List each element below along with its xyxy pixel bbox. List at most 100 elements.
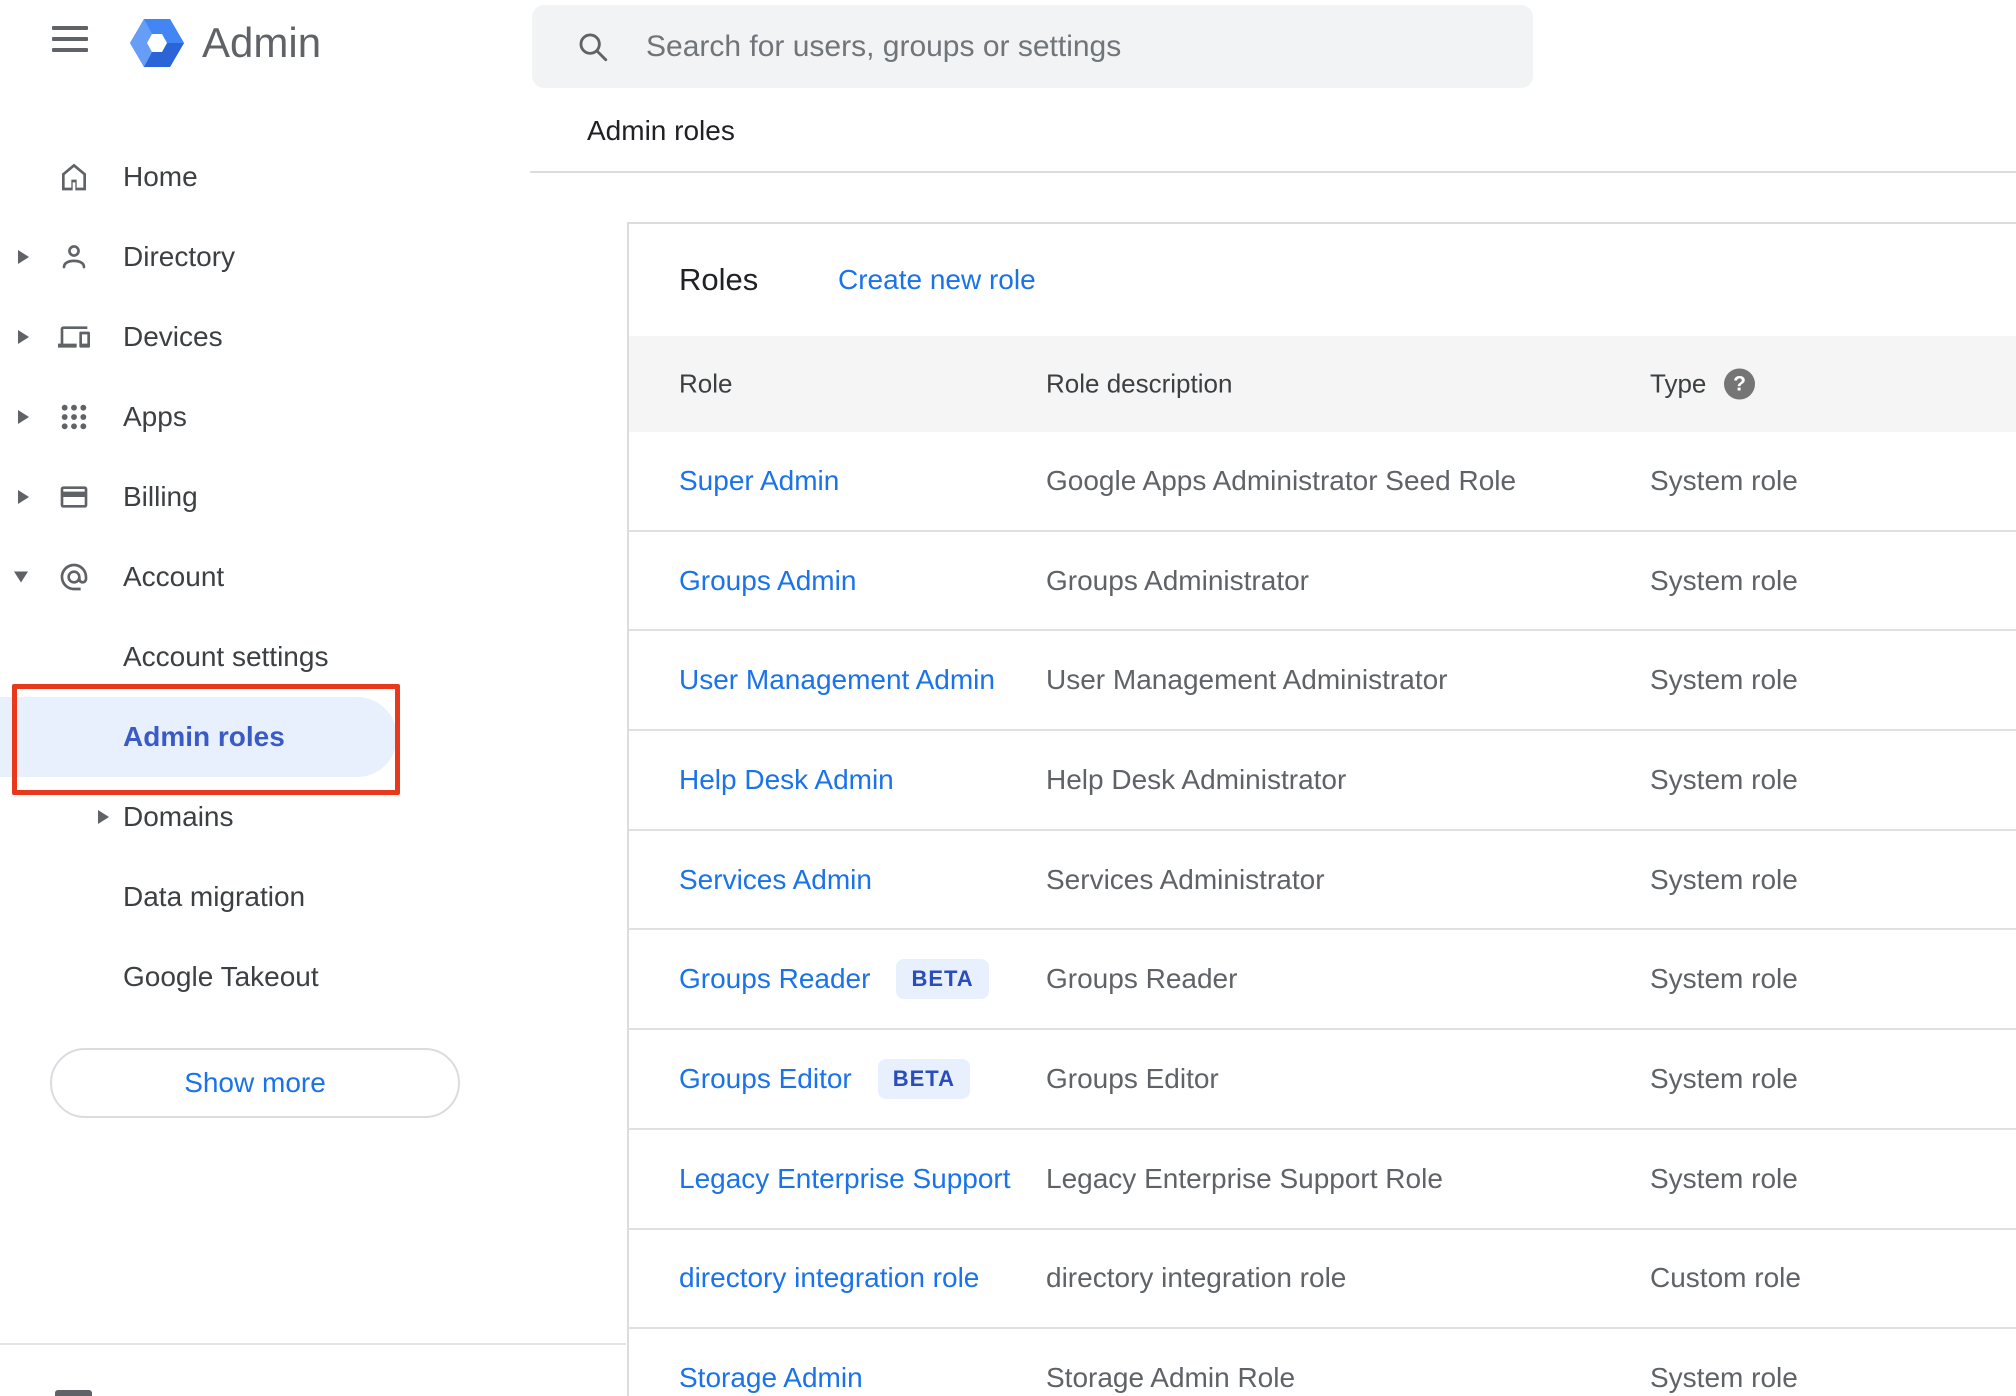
show-more-button[interactable]: Show more	[50, 1048, 460, 1118]
hamburger-icon[interactable]	[52, 26, 88, 56]
table-row: Legacy Enterprise Support Legacy Enterpri…	[629, 1130, 2016, 1230]
sidebar-item-label: Account settings	[123, 641, 329, 672]
role-description-cell: Legacy Enterprise Support Role	[1046, 1162, 1443, 1194]
table-row: Groups Reader BETA Groups Reader System rol…	[629, 930, 2016, 1031]
table-row: Services Admin Services Administrator Syst…	[629, 831, 2016, 931]
type-help-icon[interactable]: ?	[1724, 368, 1755, 400]
table-body: Super Admin Google Apps Administrator See…	[629, 432, 2016, 1396]
sidebar-item-label: Google Takeout	[123, 961, 319, 992]
table-row: directory integration role directory inte…	[629, 1230, 2016, 1330]
admin-hexagon-icon	[130, 19, 184, 67]
clipped-sidebar-icon	[55, 1390, 92, 1396]
sidebar-item-apps[interactable]: Apps	[0, 377, 413, 457]
role-name-link[interactable]: User Management Admin	[679, 664, 995, 696]
at-sign-icon	[58, 561, 90, 593]
roles-panel: Roles Create new role Role Role descript…	[627, 222, 2016, 1396]
show-more-label: Show more	[184, 1067, 326, 1098]
beta-badge: BETA	[877, 1058, 971, 1099]
table-header-row: Role Role description Type ?	[629, 336, 2016, 432]
sidebar-item-label: Directory	[123, 241, 236, 272]
role-description-cell: Groups Reader	[1046, 963, 1238, 995]
search-input[interactable]: Search for users, groups or settings	[532, 5, 1533, 88]
person-icon	[58, 241, 90, 273]
devices-icon	[58, 321, 90, 353]
role-name-link[interactable]: Services Admin	[679, 864, 872, 896]
role-cell: Groups Reader BETA	[679, 959, 989, 1000]
panel-title: Roles	[679, 262, 759, 297]
apps-grid-icon	[58, 401, 90, 433]
sidebar-item-label: Devices	[123, 321, 223, 352]
column-header-type: Type	[1650, 368, 1707, 399]
chevron-right-icon[interactable]	[18, 250, 29, 264]
sidebar-item-admin-roles[interactable]: Admin roles	[0, 684, 413, 795]
role-description-cell: Groups Editor	[1046, 1062, 1219, 1094]
role-cell: Groups Editor BETA	[679, 1058, 971, 1099]
chevron-right-icon[interactable]	[98, 810, 109, 824]
role-type-cell: System role	[1650, 963, 1798, 995]
role-description-cell: Google Apps Administrator Seed Role	[1046, 464, 1517, 496]
sidebar-item-data-migration[interactable]: Data migration	[0, 857, 413, 937]
role-type-cell: System role	[1650, 1362, 1798, 1394]
role-type-cell: System role	[1650, 564, 1798, 596]
role-description-cell: Groups Administrator	[1046, 564, 1309, 596]
sidebar-item-account[interactable]: Account	[0, 537, 413, 617]
role-name-link[interactable]: Legacy Enterprise Support	[679, 1163, 1011, 1195]
sidebar-item-domains[interactable]: Domains	[0, 777, 413, 857]
breadcrumb: Admin roles	[587, 115, 735, 146]
sidebar-item-label: Account	[123, 561, 225, 592]
admin-console-screen: Admin Search for users, groups or settin…	[0, 0, 2016, 1396]
header-divider	[530, 171, 2016, 173]
chevron-right-icon[interactable]	[18, 330, 29, 344]
sidebar-item-label: Domains	[123, 801, 234, 832]
column-header-description: Role description	[1046, 368, 1233, 399]
table-row: Groups Editor BETA Groups Editor System rol…	[629, 1030, 2016, 1130]
role-name-link[interactable]: Groups Editor	[679, 1063, 852, 1095]
home-icon	[58, 161, 90, 193]
role-cell: Super Admin	[679, 465, 839, 497]
sidebar-item-label: Billing	[123, 481, 198, 512]
table-row: Help Desk Admin Help Desk Administrator Sy…	[629, 731, 2016, 831]
sidebar-item-google-takeout[interactable]: Google Takeout	[0, 937, 413, 1017]
role-description-cell: Help Desk Administrator	[1046, 763, 1347, 795]
sidebar-item-account-settings[interactable]: Account settings	[0, 617, 413, 697]
table-row: Storage Admin Storage Admin Role System ro…	[629, 1329, 2016, 1396]
app-title: Admin	[202, 19, 322, 66]
role-description-cell: Services Administrator	[1046, 863, 1325, 895]
sidebar-item-label: Apps	[123, 401, 187, 432]
role-name-link[interactable]: Help Desk Admin	[679, 764, 894, 796]
sidebar-item-billing[interactable]: Billing	[0, 457, 413, 537]
sidebar-item-home[interactable]: Home	[0, 137, 413, 217]
role-type-cell: System role	[1650, 664, 1798, 696]
role-cell: Groups Admin	[679, 565, 856, 597]
sidebar-item-directory[interactable]: Directory	[0, 217, 413, 297]
sidebar-bottom-divider	[0, 1343, 626, 1345]
role-cell: Services Admin	[679, 864, 872, 896]
role-cell: User Management Admin	[679, 664, 995, 696]
role-cell: Help Desk Admin	[679, 764, 894, 796]
role-type-cell: System role	[1650, 863, 1798, 895]
role-type-cell: System role	[1650, 1162, 1798, 1194]
role-type-cell: System role	[1650, 464, 1798, 496]
beta-badge: BETA	[896, 959, 989, 1000]
chevron-right-icon[interactable]	[18, 490, 29, 504]
create-new-role-link[interactable]: Create new role	[838, 264, 1036, 296]
role-name-link[interactable]: Super Admin	[679, 465, 839, 497]
role-description-cell: User Management Administrator	[1046, 664, 1448, 696]
credit-card-icon	[58, 481, 90, 513]
role-type-cell: Custom role	[1650, 1262, 1801, 1294]
role-type-cell: System role	[1650, 763, 1798, 795]
role-type-cell: System role	[1650, 1062, 1798, 1094]
table-row: User Management Admin User Management Adm…	[629, 631, 2016, 732]
search-placeholder: Search for users, groups or settings	[646, 29, 1122, 63]
column-header-role: Role	[679, 368, 733, 399]
chevron-right-icon[interactable]	[18, 410, 29, 424]
role-name-link[interactable]: directory integration role	[679, 1262, 979, 1294]
role-name-link[interactable]: Storage Admin	[679, 1362, 863, 1394]
sidebar-item-devices[interactable]: Devices	[0, 297, 413, 377]
role-name-link[interactable]: Groups Reader	[679, 963, 870, 995]
sidebar-item-label: Data migration	[123, 881, 306, 912]
role-name-link[interactable]: Groups Admin	[679, 565, 856, 597]
chevron-down-icon[interactable]	[14, 571, 28, 583]
role-cell: Storage Admin	[679, 1362, 863, 1394]
table-row: Groups Admin Groups Administrator System r…	[629, 532, 2016, 632]
